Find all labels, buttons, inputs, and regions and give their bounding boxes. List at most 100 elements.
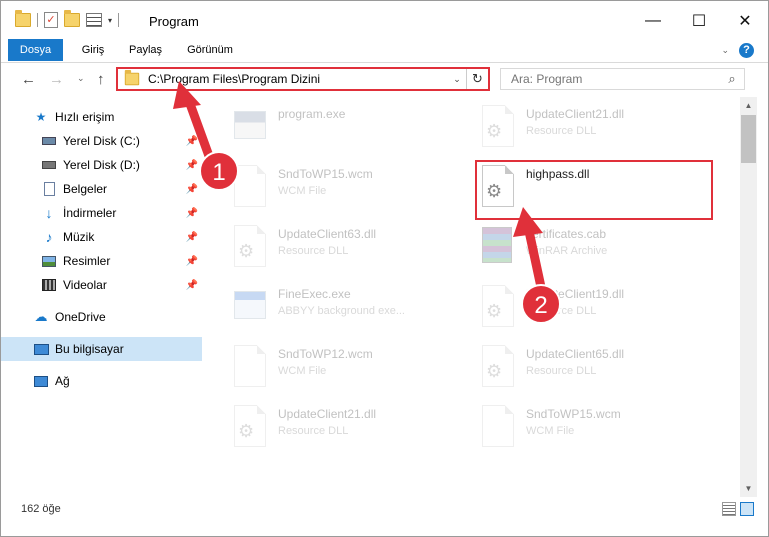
dll-file-icon: ⚙ [478,103,518,151]
document-file-icon [230,163,270,211]
file-name: UpdateClient19.dll [526,287,625,301]
pin-icon: 📌 [185,207,198,219]
file-name: UpdateClient21.dll [278,407,377,421]
recent-locations-chevron-icon[interactable]: ⌄ [77,73,85,84]
archive-file-icon [478,223,518,271]
tab-share[interactable]: Paylaş [123,39,168,61]
file-item[interactable]: ⚙ UpdateClient63.dll Resource DLL [230,223,470,279]
tab-file[interactable]: Dosya [8,39,63,61]
sidebar-item-music[interactable]: ♪ Müzik 📌 [1,225,202,249]
file-item[interactable]: ⚙ UpdateClient19.dll Resource DLL [478,283,718,339]
file-item[interactable]: ⚙ UpdateClient65.dll Resource DLL [478,343,718,399]
large-icons-view-icon[interactable] [740,502,754,516]
sidebar-item-videos[interactable]: Videolar 📌 [1,273,202,297]
search-input[interactable] [511,72,720,86]
file-item[interactable]: certificates.cab WinRAR Archive [478,223,718,279]
sidebar-item-network[interactable]: Ağ [1,369,202,393]
network-icon [33,373,49,389]
sidebar-item-local-disk-d[interactable]: Yerel Disk (D:) 📌 [1,153,202,177]
tab-home[interactable]: Giriş [73,39,113,61]
pin-icon: 📌 [185,183,198,195]
file-type: Resource DLL [526,125,597,137]
file-list: program.exe SndToWP15.wcm WCM File ⚙ Upda… [206,97,740,491]
maximize-button[interactable]: ☐ [676,1,722,41]
address-dropdown-chevron-icon[interactable]: ⌄ [448,74,466,85]
toolbar-separator [37,13,38,27]
videos-icon [41,277,57,293]
customize-toolbar-chevron-icon[interactable]: ▾ [108,16,112,25]
forward-arrow-icon[interactable]: → [49,71,64,88]
sidebar-item-label: Belgeler [63,182,108,196]
pin-icon: 📌 [185,279,198,291]
sidebar-item-label: Resimler [63,254,111,268]
sidebar-item-label: Yerel Disk (D:) [63,158,140,172]
title-bar: ✓ ▾ Program — ☐ ✕ [1,1,768,41]
sidebar-item-onedrive[interactable]: ☁ OneDrive [1,305,202,329]
file-name: SndToWP15.wcm [526,407,621,421]
file-name: UpdateClient65.dll [526,347,625,361]
ribbon: Dosya Giriş Paylaş Görünüm ⌄ ? [1,39,768,63]
sidebar-item-label: Ağ [55,374,70,388]
minimize-button[interactable]: — [630,1,676,41]
sidebar-item-label: Yerel Disk (C:) [63,134,140,148]
details-view-icon[interactable] [722,502,736,516]
documents-icon [41,181,57,197]
file-name: certificates.cab [526,227,607,241]
sidebar-item-pictures[interactable]: Resimler 📌 [1,249,202,273]
sidebar-item-label: Bu bilgisayar [55,342,124,356]
file-type: ABBYY background exe... [278,305,405,317]
expand-ribbon-chevron-icon[interactable]: ⌄ [721,45,729,56]
pin-icon: 📌 [185,231,198,243]
vertical-scrollbar[interactable]: ▲ ▼ [740,97,757,497]
properties-icon[interactable] [86,13,102,27]
back-arrow-icon[interactable]: ← [21,71,36,88]
sidebar-item-this-pc[interactable]: Bu bilgisayar [1,337,202,361]
file-item[interactable]: ⚙ UpdateClient21.dll Resource DLL [230,403,470,459]
search-box[interactable]: ⌕ [500,68,745,90]
file-name: SndToWP12.wcm [278,347,373,361]
file-type: Resource DLL [278,425,349,437]
scrollbar-thumb[interactable] [741,115,756,163]
up-arrow-icon[interactable]: ↑ [97,71,105,88]
file-name: SndToWP15.wcm [278,167,373,181]
address-bar[interactable]: C:\Program Files\Program Dizini ⌄ ↻ [116,67,490,91]
new-folder-icon[interactable] [64,10,80,27]
navigation-pane: ★ Hızlı erişim Yerel Disk (C:) 📌 Yerel D… [1,97,206,491]
sidebar-item-label: Müzik [63,230,95,244]
file-item[interactable]: SndToWP12.wcm WCM File [230,343,470,399]
help-icon[interactable]: ? [739,43,754,58]
close-button[interactable]: ✕ [722,1,768,41]
download-icon: ↓ [45,205,53,221]
refresh-icon[interactable]: ↻ [466,69,488,89]
folder-icon [124,69,140,86]
file-item[interactable]: ⚙ UpdateClient21.dll Resource DLL [478,103,718,159]
computer-icon [33,341,49,357]
sidebar-item-label: İndirmeler [63,206,117,220]
sidebar-item-quick-access[interactable]: ★ Hızlı erişim [1,105,202,129]
dll-file-icon: ⚙ [478,283,518,331]
sidebar-item-local-disk-c[interactable]: Yerel Disk (C:) 📌 [1,129,202,153]
search-icon[interactable]: ⌕ [720,71,744,87]
sidebar-item-label: OneDrive [55,310,106,324]
sidebar-item-documents[interactable]: Belgeler 📌 [1,177,202,201]
window-controls: — ☐ ✕ [630,1,768,41]
highlight-box-highpass [475,160,713,220]
file-item[interactable]: SndToWP15.wcm WCM File [230,163,470,219]
music-icon: ♪ [45,229,53,245]
address-path[interactable]: C:\Program Files\Program Dizini [148,72,448,86]
tab-view[interactable]: Görünüm [179,39,241,61]
file-type: WCM File [526,425,575,437]
dll-file-icon: ⚙ [230,403,270,451]
pin-icon: 📌 [185,255,198,267]
scroll-up-arrow-icon[interactable]: ▲ [740,97,757,114]
scroll-down-arrow-icon[interactable]: ▼ [740,480,757,497]
file-item[interactable]: program.exe [230,103,470,159]
status-bar: 162 öğe [1,497,768,521]
file-item[interactable]: SndToWP15.wcm WCM File [478,403,718,459]
file-name: FineExec.exe [278,287,351,301]
file-item[interactable]: FineExec.exe ABBYY background exe... [230,283,470,339]
file-type: WCM File [278,185,327,197]
properties-check-icon[interactable]: ✓ [44,12,58,28]
sidebar-item-downloads[interactable]: ↓ İndirmeler 📌 [1,201,202,225]
pin-icon: 📌 [185,159,198,171]
